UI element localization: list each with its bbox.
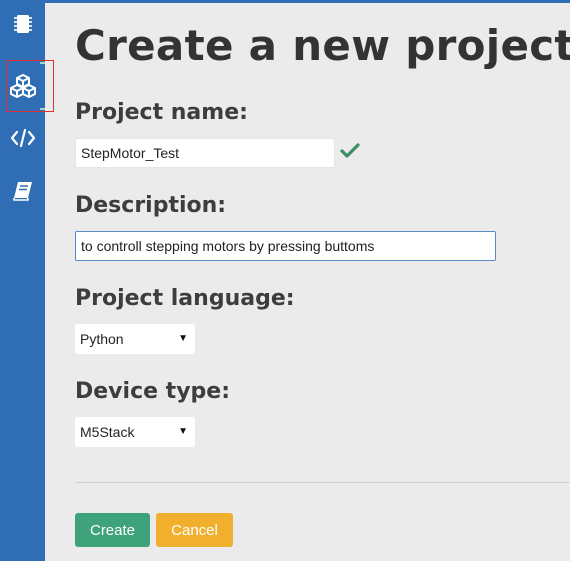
checkmark-icon [340, 143, 360, 158]
project-name-label: Project name: [75, 100, 248, 125]
dropdown-arrow-icon: ▼ [178, 333, 188, 344]
sidebar-item-docs[interactable] [0, 169, 45, 213]
project-language-label: Project language: [75, 286, 295, 311]
description-input[interactable] [75, 231, 496, 261]
project-name-input[interactable] [75, 138, 335, 168]
chip-icon [13, 15, 32, 33]
sidebar-item-blocks[interactable] [0, 64, 45, 108]
sidebar-item-device[interactable] [0, 2, 45, 46]
blocks-icon [9, 74, 36, 98]
device-type-select[interactable]: M5Stack ▼ [75, 417, 195, 447]
dropdown-arrow-icon: ▼ [178, 426, 188, 437]
project-language-value: Python [80, 331, 124, 347]
create-button[interactable]: Create [75, 513, 150, 547]
book-icon [12, 182, 32, 201]
cancel-button[interactable]: Cancel [156, 513, 233, 547]
device-type-value: M5Stack [80, 424, 135, 440]
form-divider [75, 482, 570, 483]
sidebar-item-code[interactable] [0, 116, 45, 160]
project-language-select[interactable]: Python ▼ [75, 324, 195, 354]
code-icon [10, 128, 35, 148]
description-label: Description: [75, 193, 227, 218]
device-type-label: Device type: [75, 379, 231, 404]
create-project-form: Create a new project Project name: Descr… [45, 3, 570, 561]
sidebar [0, 0, 45, 561]
page-title: Create a new project [75, 21, 570, 70]
